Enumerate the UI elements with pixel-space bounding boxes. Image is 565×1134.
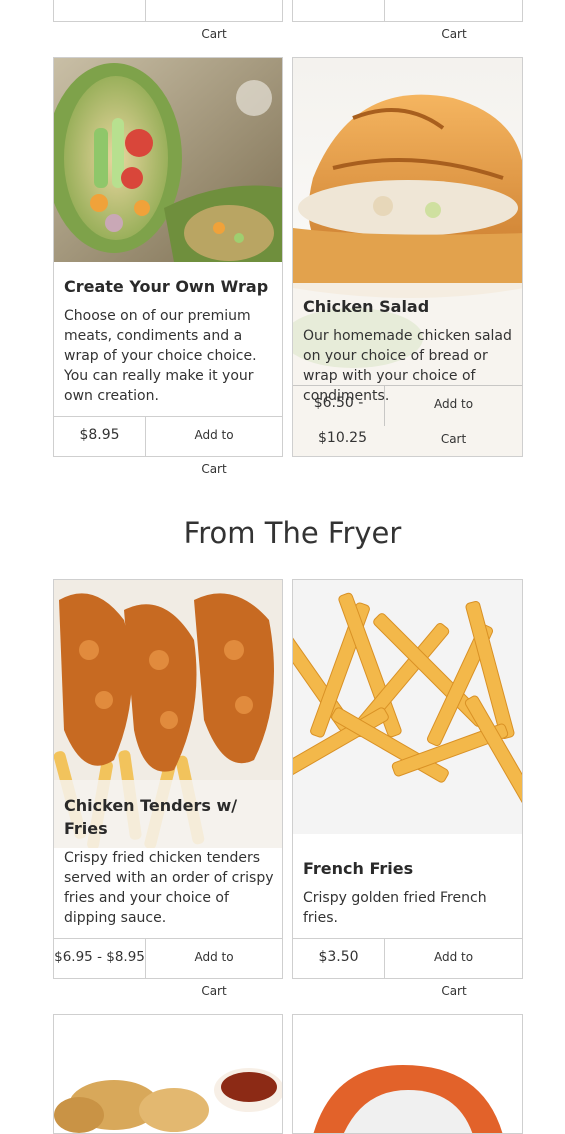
card-title: French Fries <box>303 859 414 878</box>
cart-label[interactable]: Cart <box>146 462 282 476</box>
wrap-photo <box>54 58 282 262</box>
add-to-cart-button[interactable]: Add to <box>146 939 282 978</box>
menu-card-chicken-tenders: Chicken Tenders w/ Fries Crispy fried ch… <box>53 579 283 979</box>
bottom-left-photo <box>54 1015 282 1133</box>
cart-label[interactable]: Cart <box>146 27 282 41</box>
menu-card-chicken-salad: Chicken Salad Our homemade chicken salad… <box>292 57 523 457</box>
price-label: $9.25 <box>293 0 385 21</box>
price-label: $9.25 <box>54 0 146 21</box>
add-to-cart-button[interactable]: Add to <box>146 417 282 456</box>
price-label: $3.50 <box>293 939 385 978</box>
top-left-card: $9.25 Add to <box>53 0 283 22</box>
bottom-right-photo <box>293 1015 522 1133</box>
price-label: $8.95 <box>54 417 146 456</box>
add-to-cart-button[interactable]: Add to <box>146 0 282 21</box>
card-description: Crispy fried chicken tenders served with… <box>64 850 274 926</box>
price-label-part-1: $6.50 - <box>293 386 385 426</box>
price-label: $6.95 - $8.95 <box>54 939 146 978</box>
menu-card-bottom-left <box>53 1014 283 1134</box>
card-description: Choose on of our premium meats, condimen… <box>64 308 257 404</box>
add-to-cart-button[interactable]: Add to <box>385 939 522 978</box>
menu-card-french-fries: French Fries Crispy golden fried French … <box>292 579 523 979</box>
menu-card-bottom-right <box>292 1014 523 1134</box>
add-to-cart-button[interactable]: Add to <box>385 0 522 21</box>
section-title: From The Fryer <box>183 516 402 550</box>
cart-label[interactable]: Cart <box>385 432 522 446</box>
card-title: Chicken Salad <box>303 297 430 316</box>
card-title: Chicken Tenders w/ Fries <box>64 796 238 838</box>
price-label-part-2: $10.25 <box>318 430 367 446</box>
card-description: Crispy golden fried French fries. <box>303 890 487 926</box>
cart-label[interactable]: Cart <box>386 984 522 998</box>
top-right-card: $9.25 Add to <box>292 0 523 22</box>
card-title: Create Your Own Wrap <box>64 277 269 296</box>
add-to-cart-button[interactable]: Add to <box>385 386 522 426</box>
french-fries-photo <box>293 580 522 834</box>
menu-card-wrap: Create Your Own Wrap Choose on of our pr… <box>53 57 283 457</box>
cart-label[interactable]: Cart <box>146 984 282 998</box>
cart-label[interactable]: Cart <box>386 27 522 41</box>
